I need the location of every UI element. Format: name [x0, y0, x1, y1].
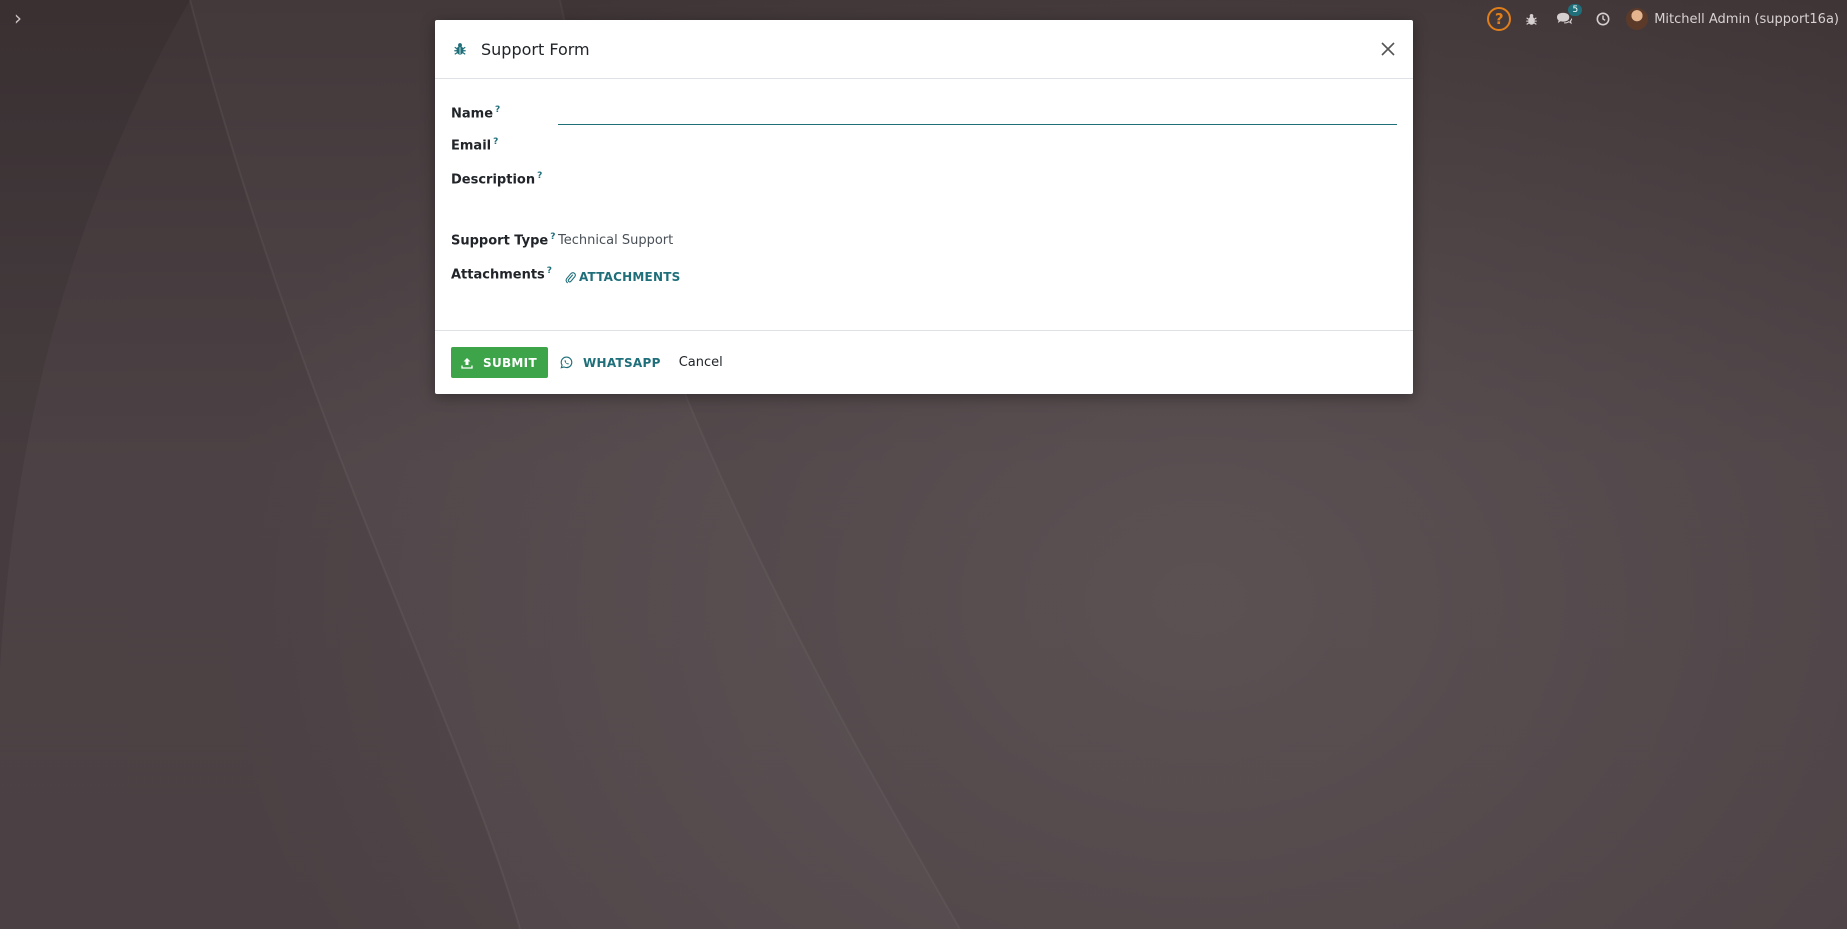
close-button[interactable] [1377, 38, 1399, 60]
description-input[interactable] [558, 168, 1397, 222]
name-input[interactable] [558, 101, 1397, 125]
attachments-row: Attachments? ATTACHMENTS [451, 263, 1397, 297]
support-type-row: Support Type? Technical Support [451, 229, 1397, 263]
question-circle-icon: ? [1487, 7, 1512, 31]
submit-button-label: SUBMIT [483, 355, 537, 370]
user-menu[interactable]: Mitchell Admin (support16a) [1626, 6, 1839, 32]
message-count-badge: 5 [1568, 4, 1583, 16]
email-row: Email? [451, 134, 1397, 168]
activity-button[interactable] [1596, 6, 1610, 32]
whatsapp-button-label: WHATSAPP [582, 355, 661, 370]
support-form-dialog: Support Form Name? Email? Description? S… [435, 20, 1413, 394]
upload-icon [461, 357, 473, 369]
paperclip-icon [565, 271, 576, 283]
whatsapp-icon [560, 356, 573, 369]
chevron-right-icon[interactable]: › [14, 8, 32, 28]
attachments-button-label: ATTACHMENTS [579, 270, 681, 284]
cancel-button[interactable]: Cancel [679, 355, 723, 370]
email-input[interactable] [558, 134, 1397, 160]
help-button[interactable]: ? [1487, 6, 1512, 32]
name-row: Name? [451, 101, 1397, 134]
support-type-label: Support Type? [451, 232, 556, 249]
systray: ? 5 Mitchell Admin (support16a) [1473, 4, 1839, 32]
dialog-header: Support Form [435, 20, 1413, 79]
bug-icon [454, 43, 466, 55]
whatsapp-button[interactable]: WHATSAPP [560, 347, 661, 378]
attachments-button[interactable]: ATTACHMENTS [565, 270, 680, 284]
dialog-body: Name? Email? Description? Support Type? … [435, 79, 1413, 330]
dialog-footer: SUBMIT WHATSAPP Cancel [435, 330, 1413, 394]
avatar [1626, 8, 1649, 30]
attachments-label: Attachments? [451, 266, 553, 283]
description-row: Description? [451, 168, 1397, 229]
bug-button[interactable] [1525, 6, 1538, 32]
dialog-title: Support Form [481, 39, 590, 59]
description-label: Description? [451, 171, 543, 188]
email-label: Email? [451, 137, 499, 154]
clock-icon [1596, 12, 1610, 26]
close-icon [1381, 42, 1395, 56]
support-type-select[interactable]: Technical Support [558, 233, 673, 248]
user-name: Mitchell Admin (support16a) [1654, 11, 1839, 27]
name-label: Name? [451, 105, 501, 122]
messaging-button[interactable]: 5 [1556, 4, 1583, 32]
bug-icon [1526, 13, 1537, 25]
submit-button[interactable]: SUBMIT [451, 347, 548, 378]
